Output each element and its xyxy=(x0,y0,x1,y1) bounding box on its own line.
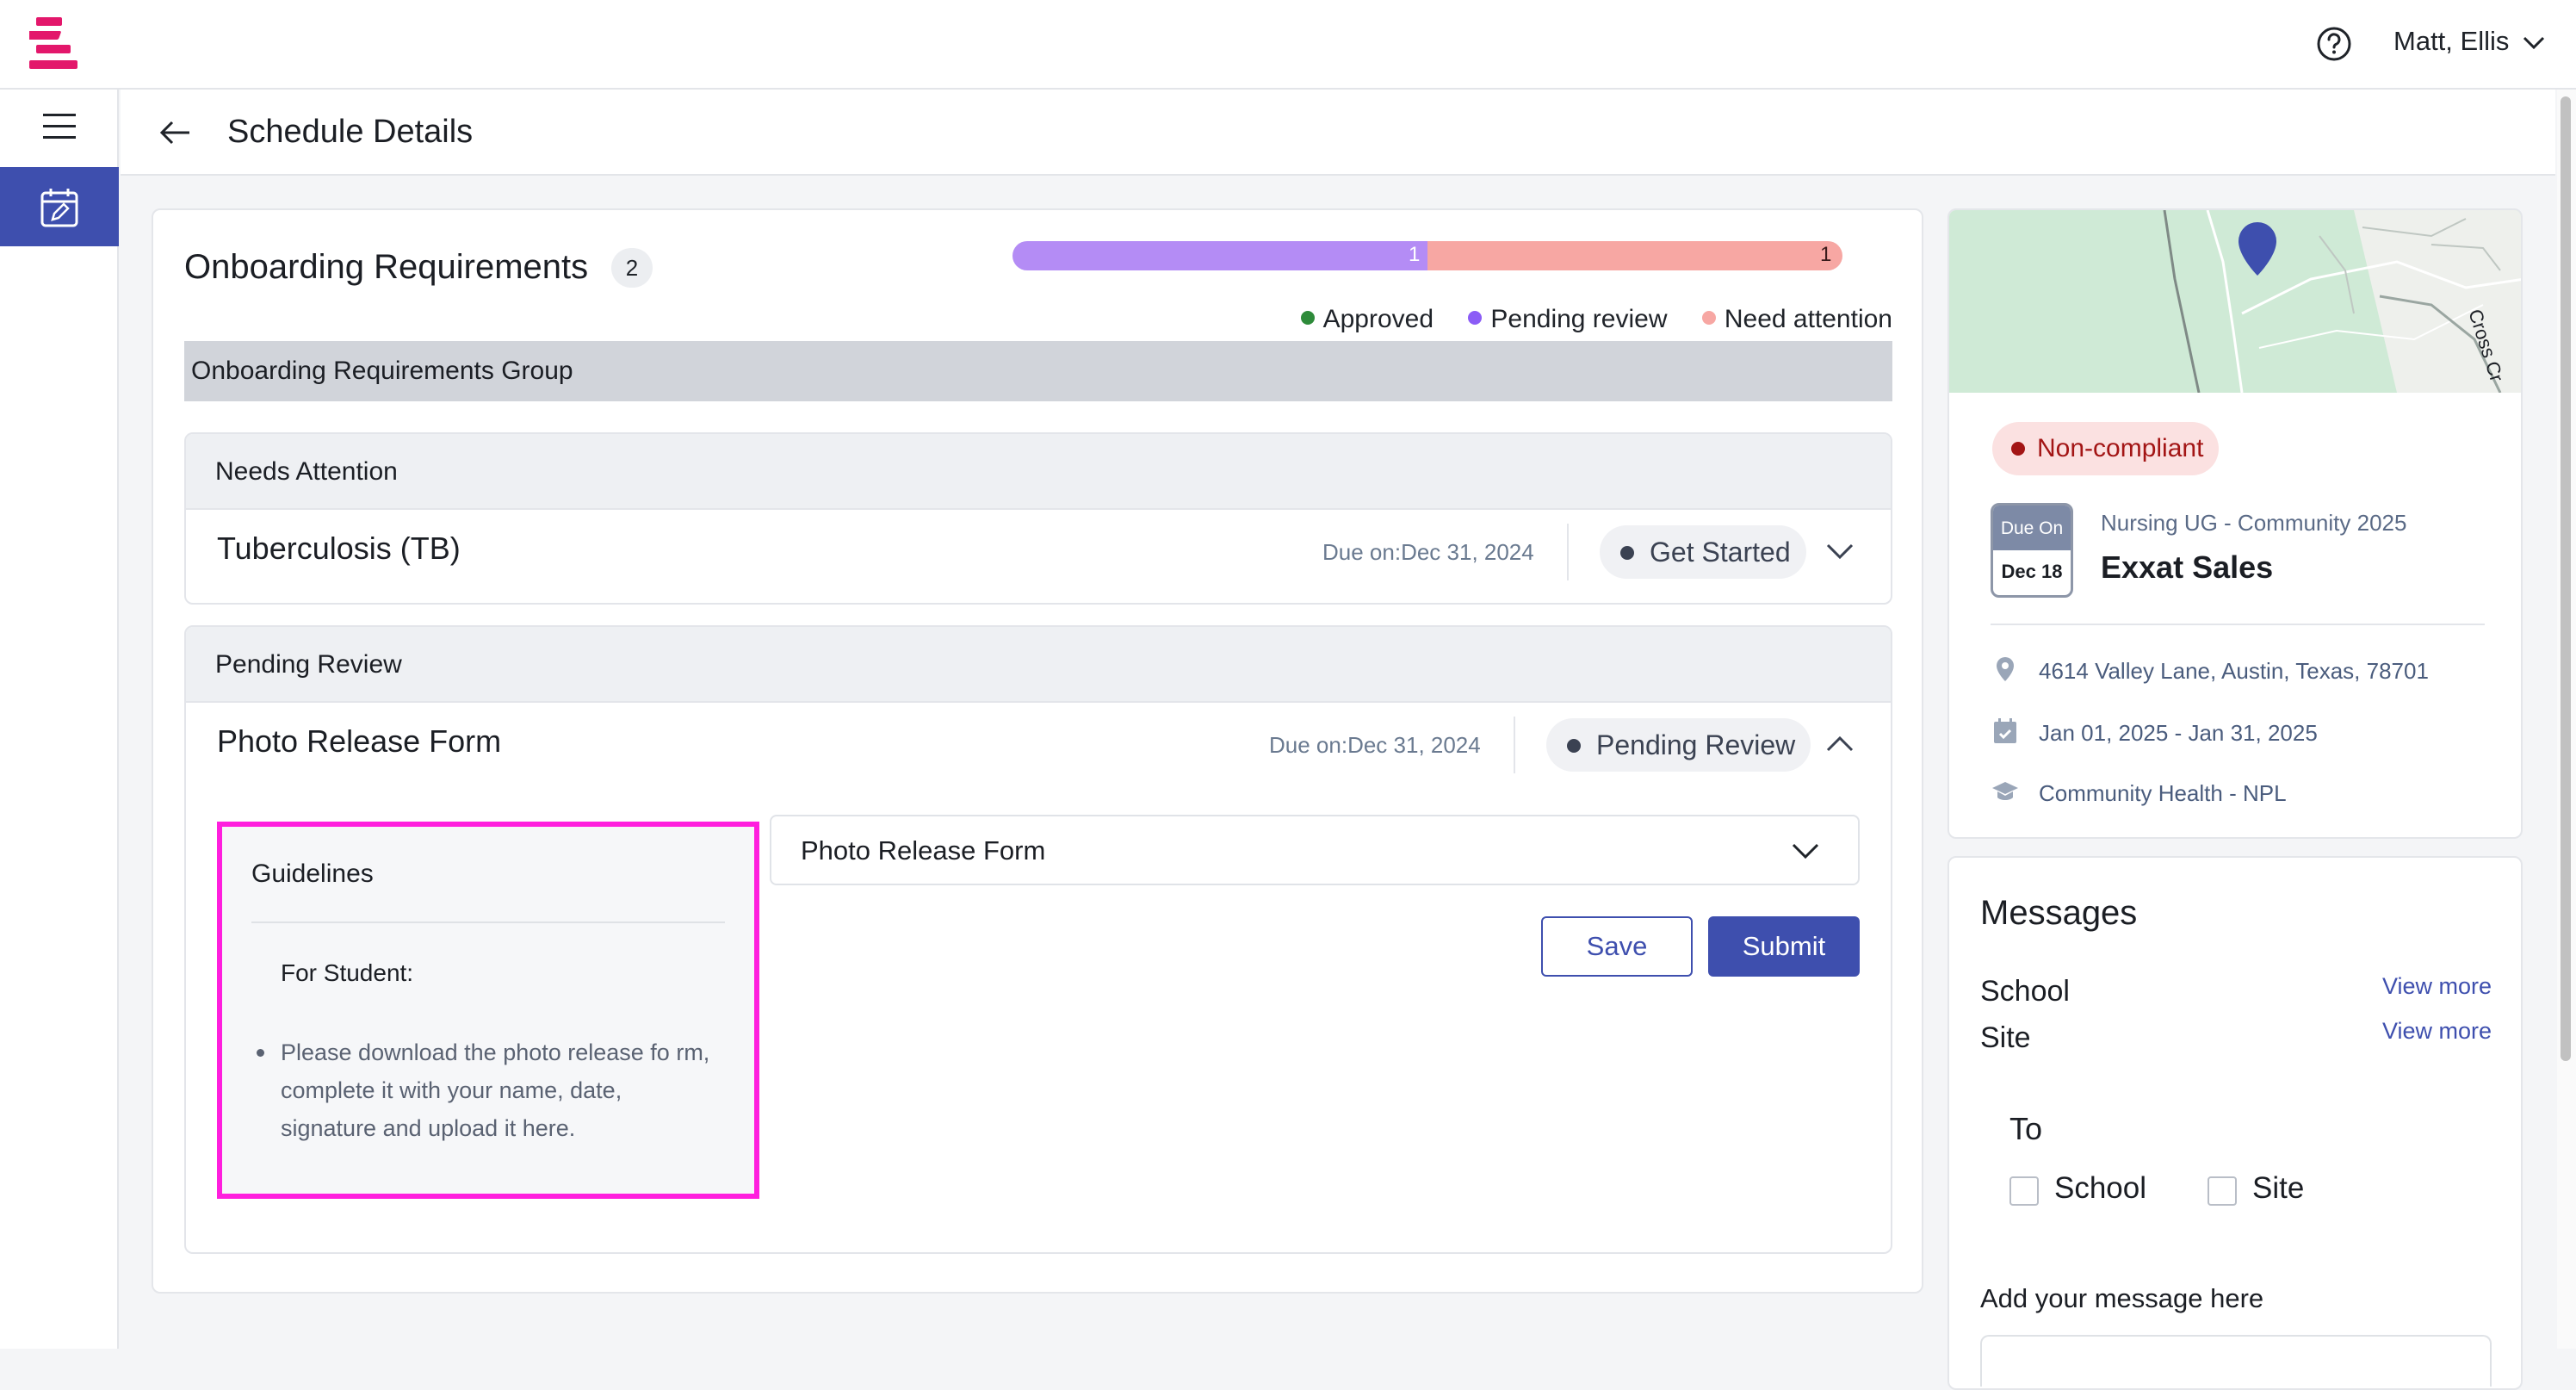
guidelines-panel: Guidelines For Student: Please download … xyxy=(217,822,759,1199)
row-divider xyxy=(1567,524,1569,580)
needs-attention-heading: Needs Attention xyxy=(186,434,1891,510)
page-title: Schedule Details xyxy=(227,114,474,150)
location-pin-icon xyxy=(1997,657,2014,681)
due-date-tile-label: Due On xyxy=(1993,506,2071,550)
schedule-info-card: Cross Cr Non-compliant Due On Dec 18 Nur… xyxy=(1947,208,2523,839)
side-navigation xyxy=(0,90,119,1349)
requirement-row-tb[interactable]: Tuberculosis (TB) Due on:Dec 31, 2024 Ge… xyxy=(186,510,1891,593)
recipient-school-label[interactable]: School xyxy=(2054,1171,2146,1206)
chevron-up-icon[interactable] xyxy=(1825,734,1855,754)
calendar-edit-icon xyxy=(40,189,78,227)
address-text: 4614 Valley Lane, Austin, Texas, 78701 xyxy=(2039,658,2429,684)
message-input-label: Add your message here xyxy=(1980,1283,2264,1313)
messages-title: Messages xyxy=(1980,894,2138,932)
date-range-text: Jan 01, 2025 - Jan 31, 2025 xyxy=(2039,720,2318,746)
needs-attention-panel: Needs Attention Tuberculosis (TB) Due on… xyxy=(184,432,1892,605)
site-name: Exxat Sales xyxy=(2101,549,2274,585)
legend-pending-review: Pending review xyxy=(1468,305,1668,334)
requirement-name: Tuberculosis (TB) xyxy=(217,531,461,566)
progress-segment-attention xyxy=(1427,241,1842,270)
requirements-progress-bar: 1 1 xyxy=(1012,241,1842,270)
status-dot xyxy=(2011,442,2025,456)
scrollbar-thumb[interactable] xyxy=(2561,96,2571,1061)
chevron-down-icon[interactable] xyxy=(2521,33,2547,53)
save-button[interactable]: Save xyxy=(1541,916,1693,977)
messages-card: Messages School View more Site View more… xyxy=(1947,856,2523,1390)
graduation-cap-icon xyxy=(1992,782,2018,800)
guidelines-title: Guidelines xyxy=(251,859,374,888)
form-dropdown[interactable]: Photo Release Form xyxy=(770,815,1860,885)
chevron-down-icon[interactable] xyxy=(1791,841,1820,861)
legend-need-attention: Need attention xyxy=(1701,305,1892,334)
submit-button[interactable]: Submit xyxy=(1708,916,1860,977)
progress-segment-pending xyxy=(1012,241,1427,270)
view-more-school-link[interactable]: View more xyxy=(2382,973,2492,1000)
guideline-item: Please download the photo release fo rm,… xyxy=(257,1033,721,1147)
status-badge-get-started[interactable]: Get Started xyxy=(1600,525,1806,579)
requirement-row-photo-release[interactable]: Photo Release Form Due on:Dec 31, 2024 P… xyxy=(186,703,1891,785)
program-name: Nursing UG - Community 2025 xyxy=(2101,510,2407,536)
requirements-count-badge: 2 xyxy=(611,248,653,288)
calendar-check-icon xyxy=(1994,718,2016,743)
legend-dot-attention xyxy=(1701,311,1716,325)
recipients-label: To xyxy=(2009,1111,2043,1146)
message-thread-site: Site xyxy=(1980,1021,2031,1054)
requirement-name: Photo Release Form xyxy=(217,723,502,759)
page-title-bar: Schedule Details xyxy=(121,90,2555,176)
status-dot xyxy=(1620,546,1634,560)
help-icon[interactable] xyxy=(2316,26,2352,62)
recipient-site-checkbox[interactable] xyxy=(2208,1176,2237,1206)
onboarding-title: Onboarding Requirements xyxy=(184,248,589,286)
status-dot xyxy=(1567,739,1581,753)
requirements-group-header: Onboarding Requirements Group xyxy=(184,341,1892,401)
view-more-site-link[interactable]: View more xyxy=(2382,1018,2492,1045)
message-input[interactable] xyxy=(1980,1335,2492,1387)
exxat-logo-icon[interactable] xyxy=(29,16,81,72)
due-date-tile: Due On Dec 18 xyxy=(1991,503,2073,598)
location-map[interactable] xyxy=(1949,210,2523,393)
legend-dot-approved xyxy=(1300,311,1315,325)
compliance-status-badge: Non-compliant xyxy=(1992,422,2220,475)
recipient-school-checkbox[interactable] xyxy=(2009,1176,2039,1206)
legend-approved: Approved xyxy=(1300,305,1434,334)
guidelines-subtitle: For Student: xyxy=(281,959,414,986)
nav-item-schedules[interactable] xyxy=(0,167,119,246)
requirement-due-date: Due on:Dec 31, 2024 xyxy=(1269,732,1481,758)
guidelines-divider xyxy=(251,921,725,923)
discipline-text: Community Health - NPL xyxy=(2039,780,2287,806)
pending-review-heading: Pending Review xyxy=(186,627,1891,703)
hamburger-menu-icon[interactable] xyxy=(41,109,77,143)
progress-pending-count: 1 xyxy=(1409,243,1421,266)
back-arrow-icon[interactable] xyxy=(157,115,193,150)
info-divider xyxy=(1991,624,2485,625)
message-thread-school: School xyxy=(1980,975,2070,1008)
legend-dot-pending xyxy=(1468,311,1483,325)
status-badge-pending-review[interactable]: Pending Review xyxy=(1546,718,1811,772)
chevron-down-icon[interactable] xyxy=(1825,541,1855,562)
guidelines-list: Please download the photo release fo rm,… xyxy=(257,1033,721,1147)
top-header: Matt, Ellis xyxy=(0,0,2576,90)
recipient-site-label[interactable]: Site xyxy=(2252,1171,2304,1206)
requirement-due-date: Due on:Dec 31, 2024 xyxy=(1322,539,1534,565)
progress-attention-count: 1 xyxy=(1820,243,1832,266)
due-date-tile-value: Dec 18 xyxy=(2001,561,2063,582)
row-divider xyxy=(1514,717,1515,773)
form-dropdown-label: Photo Release Form xyxy=(801,835,1046,866)
user-menu-name[interactable]: Matt, Ellis xyxy=(2393,26,2509,57)
progress-legend: Approved Pending review Need attention xyxy=(153,305,1892,334)
